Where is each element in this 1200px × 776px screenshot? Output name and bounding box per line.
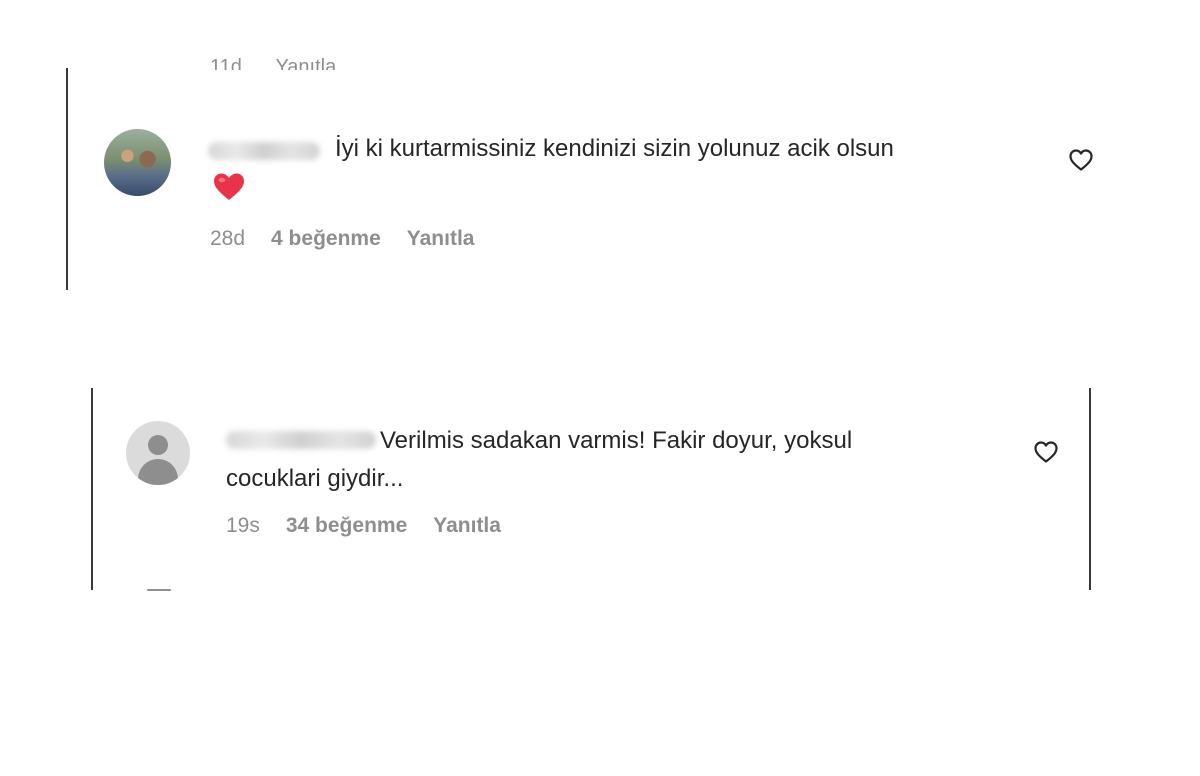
comment-text: İyi ki kurtarmissiniz kendinizi sizin yo… [335, 135, 894, 162]
comment-text-line-1: Verilmis sadakan varmis! Fakir doyur, yo… [380, 427, 853, 454]
reply-button[interactable]: Yanıtla [433, 514, 501, 538]
username-blurred[interactable] [208, 142, 320, 160]
comment-text-line-2: cocuklari giydir... [226, 465, 404, 492]
username-blurred[interactable] [226, 431, 376, 449]
like-count[interactable]: 4 beğenme [271, 227, 381, 251]
comment-time[interactable]: 19s [226, 514, 260, 538]
heart-outline-icon[interactable] [1033, 440, 1059, 464]
avatar-body-shape [138, 459, 178, 485]
heart-outline-icon[interactable] [1068, 148, 1094, 172]
red-heart-emoji-icon [214, 173, 244, 200]
comment-meta: 28d 4 beğenme Yanıtla [210, 227, 474, 251]
next-comment-avatar-edge [147, 589, 171, 591]
reply-button[interactable]: Yanıtla [407, 227, 475, 251]
comment-meta: 19s 34 beğenme Yanıtla [226, 514, 501, 538]
avatar[interactable] [104, 129, 171, 196]
default-avatar[interactable] [126, 421, 190, 485]
comment-time[interactable]: 28d [210, 227, 245, 251]
avatar-head-shape [148, 435, 168, 455]
like-count[interactable]: 34 beğenme [286, 514, 407, 538]
